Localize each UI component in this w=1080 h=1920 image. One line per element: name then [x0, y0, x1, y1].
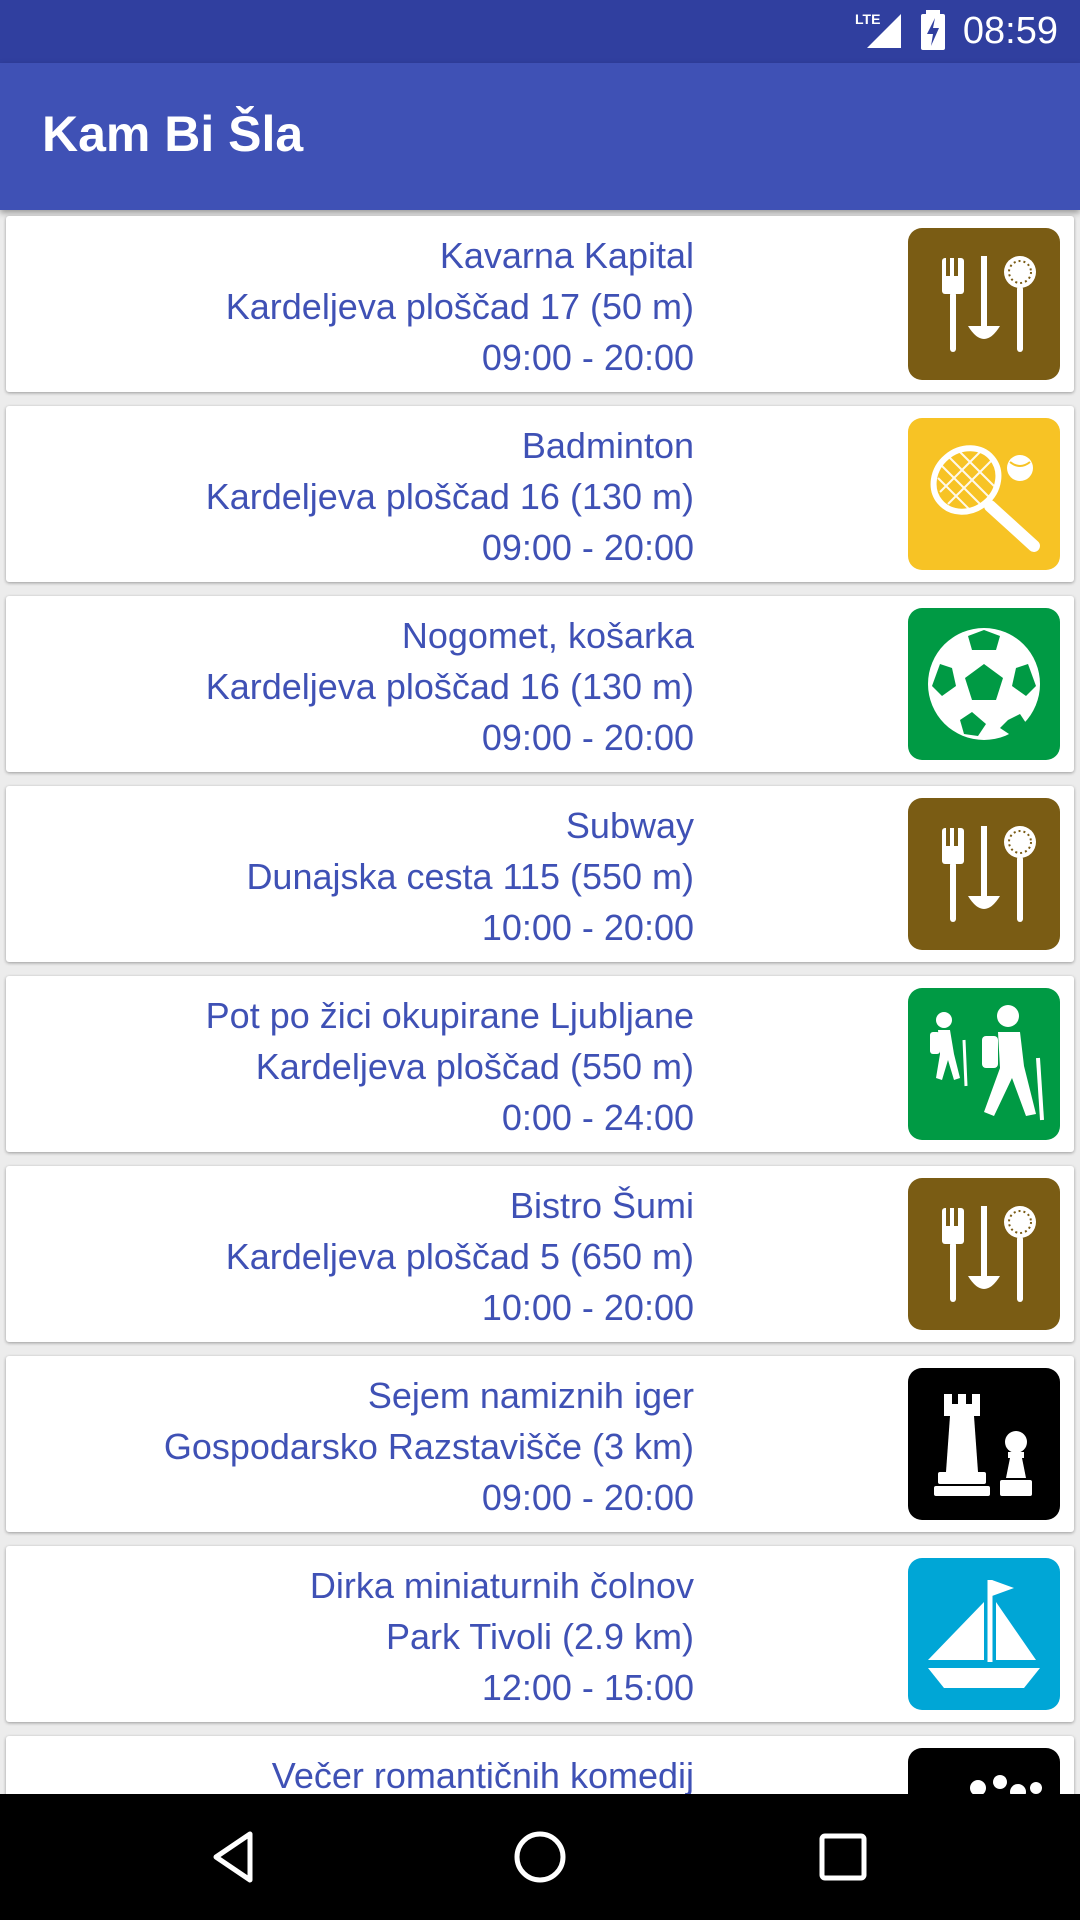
food-utensils-icon [908, 1178, 1060, 1330]
back-button[interactable] [202, 1824, 268, 1890]
item-hours: 09:00 - 20:00 [481, 717, 694, 758]
item-category-icon [908, 418, 1060, 570]
list-item[interactable]: Pot po žici okupirane Ljubljane Kardeljev… [6, 976, 1074, 1152]
recents-button[interactable] [810, 1824, 876, 1890]
item-hours: 09:00 - 20:00 [481, 337, 694, 378]
item-hours: 0:00 - 24:00 [501, 1097, 694, 1138]
food-utensils-icon [908, 228, 1060, 380]
item-text: Pot po žici okupirane Ljubljane Kardeljev… [206, 990, 694, 1143]
item-text: Bistro Šumi Kardeljeva ploščad 5 (650 m) 1… [226, 1180, 694, 1333]
item-hours: 12:00 - 15:00 [481, 1667, 694, 1708]
item-category-icon [908, 1178, 1060, 1330]
item-address: Kardeljeva ploščad 5 (650 m) [225, 1236, 694, 1277]
event-list[interactable]: Kavarna Kapital Kardeljeva ploščad 17 (50… [0, 210, 1080, 1794]
chess-pieces-icon [908, 1368, 1060, 1520]
list-item[interactable]: Bistro Šumi Kardeljeva ploščad 5 (650 m) 1… [6, 1166, 1074, 1342]
item-category-icon [908, 1368, 1060, 1520]
item-hours: 10:00 - 20:00 [481, 907, 694, 948]
item-category-icon [908, 988, 1060, 1140]
item-name: Nogomet, košarka [401, 615, 694, 656]
item-category-icon [908, 1558, 1060, 1710]
item-hours: 09:00 - 20:00 [481, 527, 694, 568]
item-address: Park Tivoli (2.9 km) [385, 1616, 694, 1657]
hikers-icon [908, 988, 1060, 1140]
list-item[interactable]: Subway Dunajska cesta 115 (550 m) 10:00 - … [6, 786, 1074, 962]
home-icon [514, 1831, 566, 1883]
item-text: Nogomet, košarka Kardeljeva ploščad 16 (1… [206, 610, 694, 763]
item-name: Subway [565, 805, 694, 846]
item-name: Badminton [521, 425, 694, 466]
sailboat-icon [908, 1558, 1060, 1710]
home-button[interactable] [507, 1824, 573, 1890]
item-text: Subway Dunajska cesta 115 (550 m) 10:00 - … [246, 800, 694, 953]
item-name: Sejem namiznih iger [367, 1375, 694, 1416]
item-text: Večer romantičnih komedij [272, 1750, 694, 1794]
movie-icon [908, 1748, 1060, 1794]
food-utensils-icon [908, 798, 1060, 950]
item-address: Kardeljeva ploščad 16 (130 m) [205, 666, 694, 707]
item-address: Gospodarsko Razstavišče (3 km) [163, 1426, 694, 1467]
list-item[interactable]: Nogomet, košarka Kardeljeva ploščad 16 (1… [6, 596, 1074, 772]
clock: 08:59 [962, 10, 1058, 52]
list-item[interactable]: Večer romantičnih komedij [6, 1736, 1074, 1794]
list-item[interactable]: Kavarna Kapital Kardeljeva ploščad 17 (50… [6, 216, 1074, 392]
item-name: Večer romantičnih komedij [271, 1755, 694, 1794]
item-category-icon [908, 608, 1060, 760]
racket-icon [908, 418, 1060, 570]
item-text: Badminton Kardeljeva ploščad 16 (130 m) 09… [206, 420, 694, 573]
network-label: LTE [855, 11, 880, 27]
app-bar: Kam Bi Šla [0, 63, 1080, 210]
app-title: Kam Bi Šla [42, 106, 304, 162]
list-item[interactable]: Sejem namiznih iger Gospodarsko Razstaviš… [6, 1356, 1074, 1532]
item-name: Bistro Šumi [509, 1185, 694, 1226]
item-category-icon [908, 1748, 1060, 1794]
item-address: Kardeljeva ploščad 16 (130 m) [205, 476, 694, 517]
status-bar: LTE 08:59 [0, 0, 1080, 63]
item-name: Pot po žici okupirane Ljubljane [205, 995, 694, 1036]
item-address: Kardeljeva ploščad (550 m) [255, 1046, 694, 1087]
item-text: Dirka miniaturnih čolnov Park Tivoli (2.9… [310, 1560, 694, 1713]
item-text: Sejem namiznih iger Gospodarsko Razstaviš… [164, 1370, 694, 1523]
lte-signal-icon: LTE [855, 10, 903, 54]
item-address: Kardeljeva ploščad 17 (50 m) [225, 286, 694, 327]
item-address: Dunajska cesta 115 (550 m) [246, 856, 694, 897]
item-category-icon [908, 798, 1060, 950]
list-item[interactable]: Dirka miniaturnih čolnov Park Tivoli (2.9… [6, 1546, 1074, 1722]
soccer-ball-icon [908, 608, 1060, 760]
list-item[interactable]: Badminton Kardeljeva ploščad 16 (130 m) 09… [6, 406, 1074, 582]
battery-charging-icon [920, 9, 945, 54]
navigation-bar [0, 1794, 1080, 1920]
back-icon [213, 1831, 253, 1883]
item-name: Kavarna Kapital [439, 235, 694, 276]
item-category-icon [908, 228, 1060, 380]
item-name: Dirka miniaturnih čolnov [309, 1565, 694, 1606]
item-hours: 10:00 - 20:00 [481, 1287, 694, 1328]
recents-icon [819, 1833, 867, 1881]
item-text: Kavarna Kapital Kardeljeva ploščad 17 (50… [226, 230, 694, 383]
item-hours: 09:00 - 20:00 [481, 1477, 694, 1518]
